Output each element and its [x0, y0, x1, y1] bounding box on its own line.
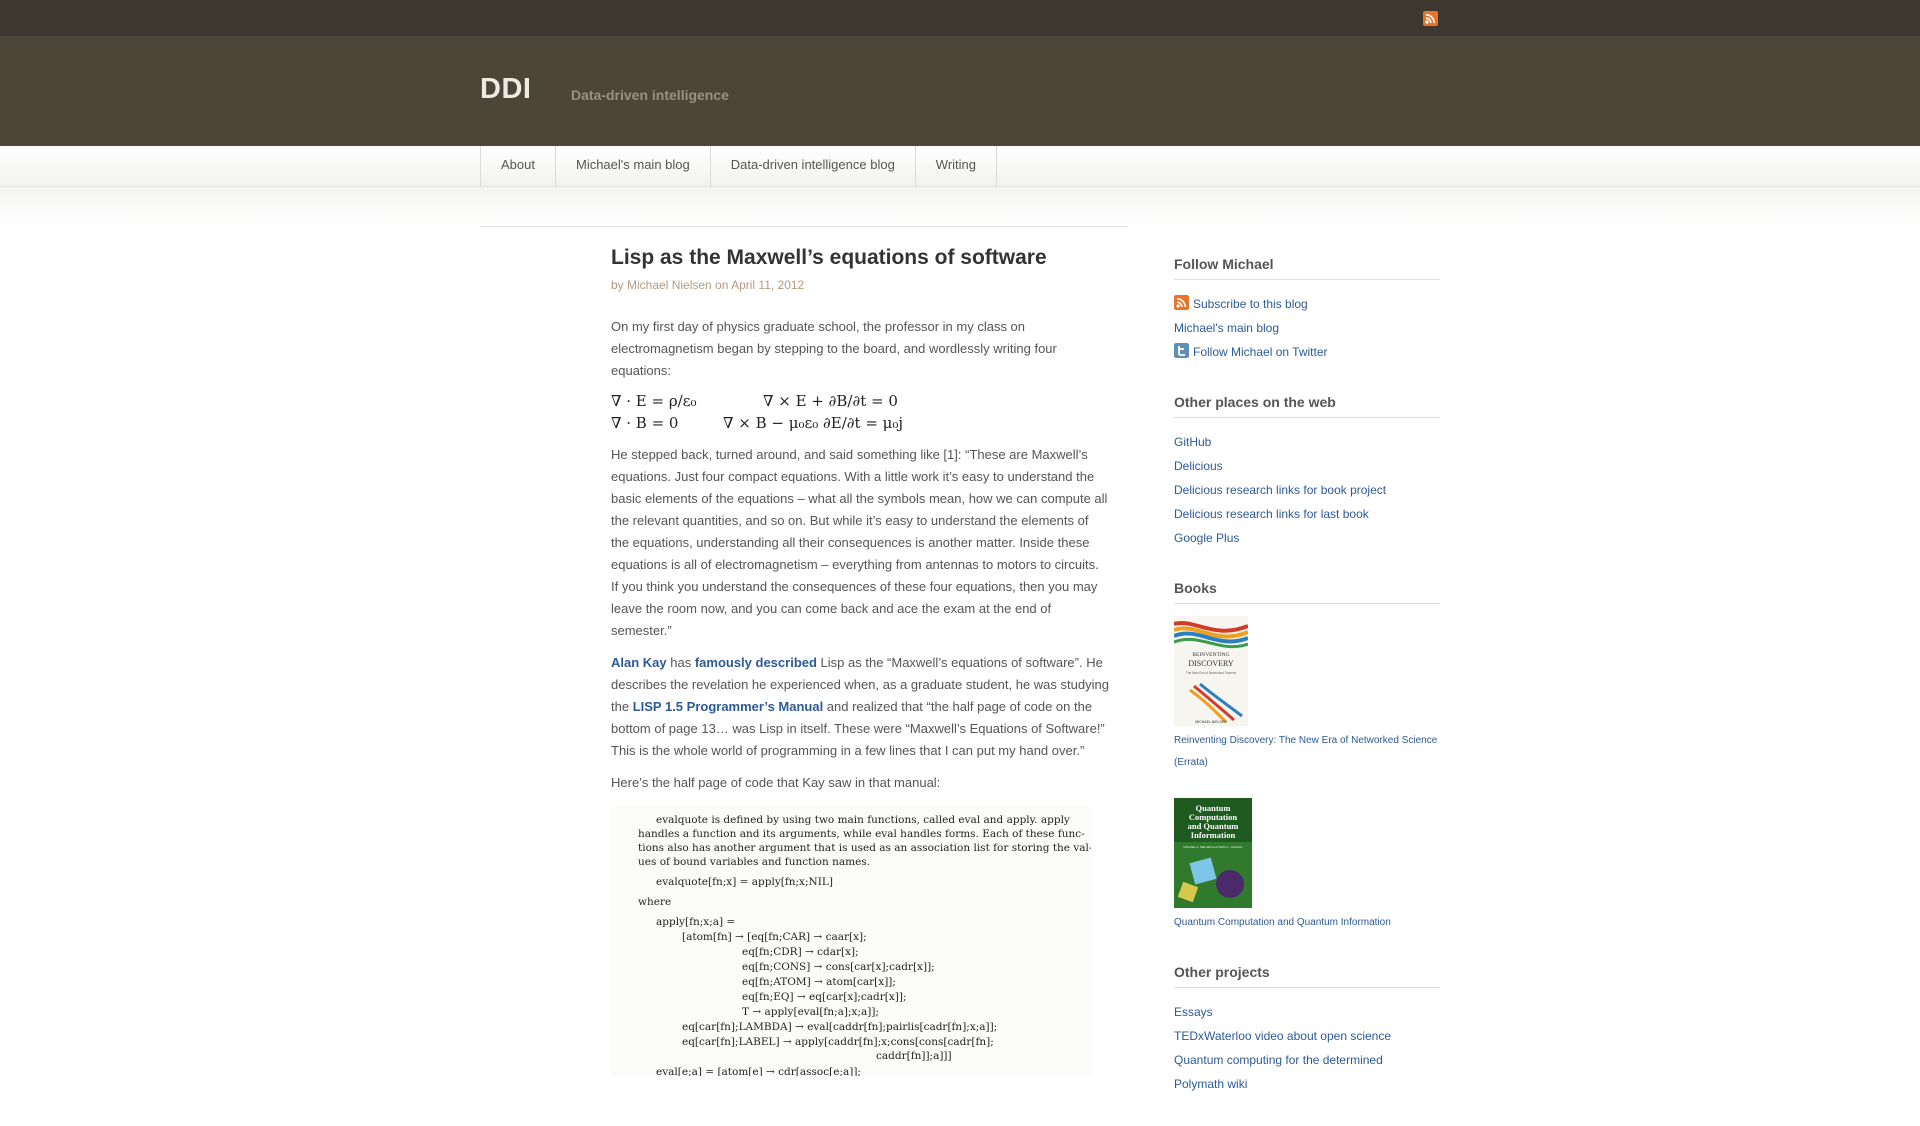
equation-gauss-magnetism: ∇ · B = 0 [611, 414, 679, 432]
subscribe-link[interactable]: Subscribe to this blog [1174, 292, 1440, 316]
rss-icon[interactable] [1423, 11, 1438, 26]
google-plus-link[interactable]: Google Plus [1174, 526, 1440, 550]
github-link[interactable]: GitHub [1174, 430, 1440, 454]
scan-line: eq[fn;EQ] → eq[car[x];cadr[x]]; [742, 991, 907, 1003]
widget-title: Books [1174, 580, 1440, 604]
top-bar [0, 0, 1920, 36]
post-paragraph: He stepped back, turned around, and said… [611, 447, 1108, 638]
widget-title: Other places on the web [1174, 394, 1440, 418]
twitter-link[interactable]: Follow Michael on Twitter [1174, 340, 1440, 364]
nav-item-about[interactable]: About [481, 146, 556, 186]
lisp-manual-scan-image: evalquote is defined by using two main f… [611, 806, 1091, 1076]
post-paragraph: Here’s the half page of code that Kay sa… [611, 775, 941, 790]
scan-line: where [638, 896, 672, 908]
nav-item-writing[interactable]: Writing [916, 146, 998, 186]
reinventing-discovery-cover[interactable]: REINVENTING DISCOVERY The New Era of Net… [1174, 616, 1248, 726]
nav-item-ddi-blog[interactable]: Data-driven intelligence blog [711, 146, 916, 186]
scan-line: eq[car[fn];LAMBDA] → eval[caddr[fn];pair… [682, 1021, 998, 1033]
twitter-icon[interactable] [1174, 343, 1189, 358]
widget-title: Other projects [1174, 964, 1440, 988]
famously-described-link[interactable]: famously described [695, 655, 817, 670]
tedx-video-link[interactable]: TEDxWaterloo video about open science [1174, 1024, 1440, 1048]
scan-line: T → apply[eval[fn;a];x;a]]; [742, 1006, 879, 1018]
widget-other-projects: Other projects Essays TEDxWaterloo video… [1174, 964, 1440, 1096]
cover-subtitle: The New Era of Networked Science [1186, 671, 1237, 675]
nav-item-main-blog[interactable]: Michael's main blog [556, 146, 711, 186]
scan-line: evalquote is defined by using two main f… [656, 814, 1070, 826]
widget-follow: Follow Michael Subscribe to this blog Mi… [1174, 256, 1440, 364]
polymath-wiki-link[interactable]: Polymath wiki [1174, 1072, 1440, 1096]
nav-menu: About Michael's main blog Data-driven in… [480, 146, 998, 186]
post: Lisp as the Maxwell’s equations of softw… [611, 240, 1109, 1076]
site-description: Data-driven intelligence [571, 87, 729, 103]
equation-ampere: ∇ × B − μ₀ε₀ ∂E/∂t = μ₀j [723, 414, 904, 432]
scan-line: evalquote[fn;x] = apply[fn;x;NIL] [656, 876, 833, 888]
post-paragraph: On my first day of physics graduate scho… [611, 319, 1057, 378]
sidebar: Follow Michael Subscribe to this blog Mi… [1174, 256, 1440, 1126]
scan-line: caddr[fn]];a]]] [876, 1050, 952, 1062]
widget-title: Follow Michael [1174, 256, 1440, 280]
post-paragraph: Alan Kay has famously described Lisp as … [611, 655, 1109, 758]
cover-title-line: Information [1191, 830, 1236, 840]
delicious-last-book-link[interactable]: Delicious research links for last book [1174, 502, 1440, 526]
quantum-computation-link[interactable]: Quantum Computation and Quantum Informat… [1174, 912, 1440, 934]
quantum-computing-link[interactable]: Quantum computing for the determined [1174, 1048, 1440, 1072]
scan-line: eq[fn;CDR] → cdar[x]; [742, 946, 859, 958]
scan-line: handles a function and its arguments, wh… [638, 828, 1085, 840]
scan-line: eq[fn;ATOM] → atom[car[x]]; [742, 976, 896, 988]
delicious-link[interactable]: Delicious [1174, 454, 1440, 478]
scan-line: apply[fn;x;a] = [656, 916, 736, 928]
scan-line: eq[fn;CONS] → cons[car[x];cadr[x]]; [742, 961, 935, 973]
cover-author: MICHAEL NIELSEN [1195, 720, 1227, 724]
equation-gauss: ∇ · E = ρ/ε₀ [611, 392, 697, 410]
errata-link[interactable]: (Errata) [1174, 752, 1440, 774]
quantum-computation-cover[interactable]: Quantum Computation and Quantum Informat… [1174, 798, 1252, 908]
scan-line: eval[e;a] = [atom[e] → cdr[assoc[e;a]]; [656, 1066, 861, 1076]
cover-title-line: DISCOVERY [1188, 659, 1234, 668]
site-title[interactable]: DDI [480, 73, 531, 106]
maxwell-equations-image: ∇ · E = ρ/ε₀ ∇ × E + ∂B/∂t = 0 ∇ · B = 0… [611, 392, 911, 436]
equation-faraday: ∇ × E + ∂B/∂t = 0 [763, 392, 898, 410]
main-blog-link[interactable]: Michael's main blog [1174, 316, 1440, 340]
site-header [0, 36, 1920, 146]
post-meta: by Michael Nielsen on April 11, 2012 [611, 278, 805, 292]
lisp-manual-link[interactable]: LISP 1.5 Programmer’s Manual [633, 699, 824, 714]
delicious-book-project-link[interactable]: Delicious research links for book projec… [1174, 478, 1440, 502]
cover-title-line: REINVENTING [1192, 652, 1229, 658]
widget-other-places: Other places on the web GitHub Delicious… [1174, 394, 1440, 550]
cover-authors: MICHAEL A. NIELSEN and ISAAC L. CHUANG [1184, 845, 1243, 849]
rss-icon[interactable] [1174, 295, 1189, 310]
widget-books: Books REINVENTING DISCOVERY The New Era … [1174, 580, 1440, 934]
scan-line: ues of bound variables and function name… [638, 856, 871, 868]
essays-link[interactable]: Essays [1174, 1000, 1440, 1024]
post-title[interactable]: Lisp as the Maxwell’s equations of softw… [611, 246, 1109, 270]
divider [480, 226, 1128, 227]
nav-shadow [0, 187, 1920, 227]
alan-kay-link[interactable]: Alan Kay [611, 655, 667, 670]
reinventing-discovery-link[interactable]: Reinventing Discovery: The New Era of Ne… [1174, 730, 1440, 752]
scan-line: [atom[fn] → [eq[fn;CAR] → caar[x]; [682, 931, 867, 943]
nav-bar: About Michael's main blog Data-driven in… [0, 146, 1920, 187]
scan-line: eq[car[fn];LABEL] → apply[caddr[fn];x;co… [682, 1036, 994, 1048]
scan-line: tions also has another argument that is … [638, 842, 1091, 854]
